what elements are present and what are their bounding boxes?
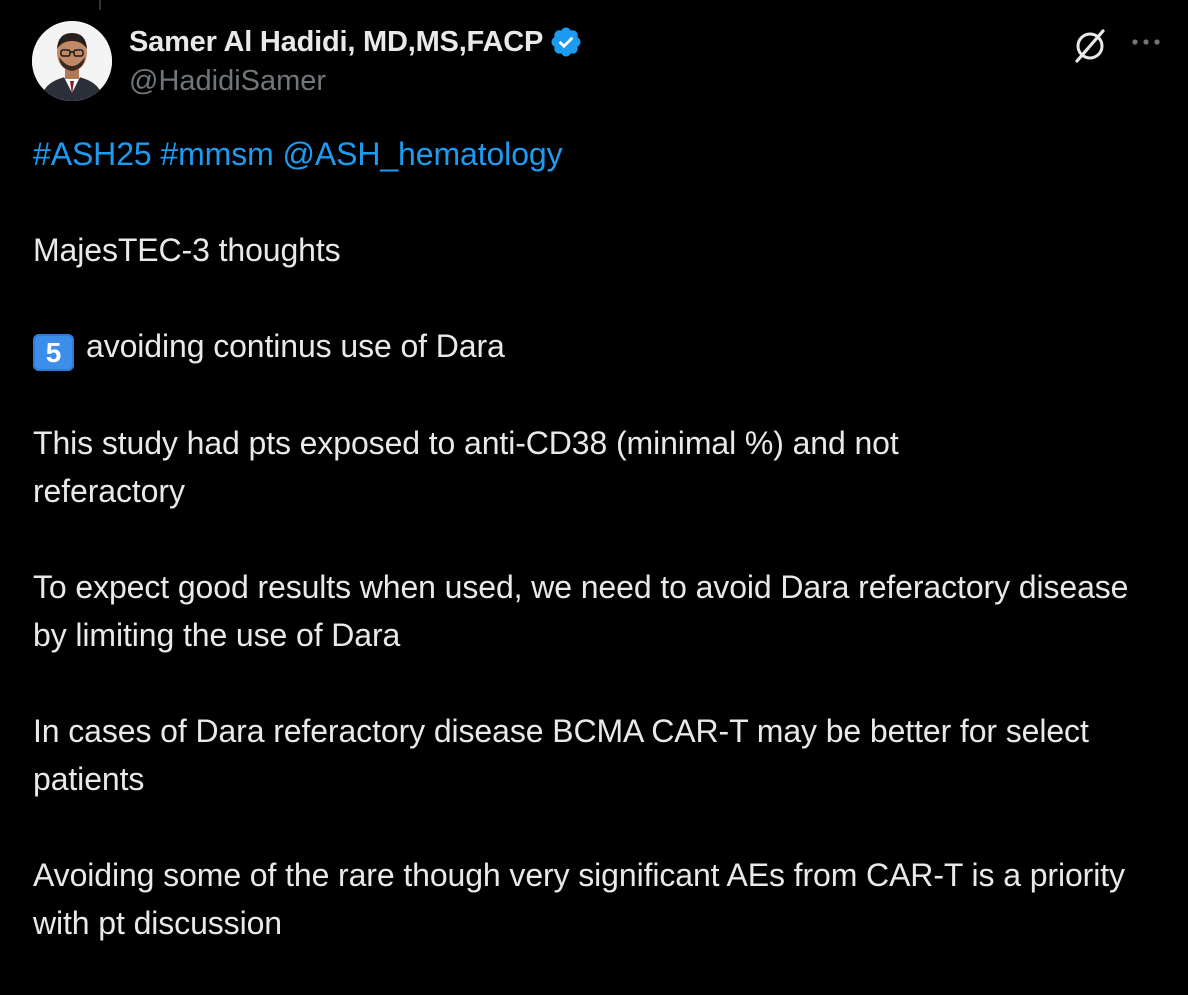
- tweet-text: #ASH25 #mmsm @ASH_hematology MajesTEC-3 …: [33, 130, 1153, 995]
- tweet-paragraph: In cases of Dara referactory disease BCM…: [33, 713, 1089, 797]
- author-name-row: Samer Al Hadidi, MD,MS,FACP: [129, 22, 583, 62]
- tweet-paragraph: Avoiding some of the rare though very si…: [33, 857, 1125, 941]
- more-icon[interactable]: [1126, 30, 1166, 54]
- tweet-author: Samer Al Hadidi, MD,MS,FACP @HadidiSamer: [129, 22, 583, 100]
- avatar[interactable]: [32, 21, 112, 101]
- mention-ash-hematology[interactable]: @ASH_hematology: [282, 136, 562, 172]
- tweet-paragraph: MajesTEC-3 thoughts: [33, 232, 341, 268]
- tweet-tags: #ASH25 #mmsm @ASH_hematology: [33, 130, 1153, 178]
- tweet-paragraph: This study had pts exposed to anti-CD38 …: [33, 425, 899, 509]
- hashtag-ash25[interactable]: #ASH25: [33, 136, 152, 172]
- thread-connector-line: [99, 0, 101, 10]
- author-handle[interactable]: @HadidiSamer: [129, 62, 583, 100]
- tweet-paragraph-text: avoiding continus use of Dara: [86, 328, 505, 364]
- author-display-name[interactable]: Samer Al Hadidi, MD,MS,FACP: [129, 26, 543, 59]
- tweet-paragraph: 5 avoiding continus use of Dara: [33, 322, 1153, 371]
- hashtag-mmsm[interactable]: #mmsm: [160, 136, 273, 172]
- keycap-five-emoji: 5: [33, 334, 74, 371]
- tweet-paragraph: To expect good results when used, we nee…: [33, 569, 1129, 653]
- verified-badge-icon[interactable]: [549, 25, 583, 59]
- grok-icon[interactable]: [1070, 26, 1110, 66]
- avatar-image: [32, 21, 112, 101]
